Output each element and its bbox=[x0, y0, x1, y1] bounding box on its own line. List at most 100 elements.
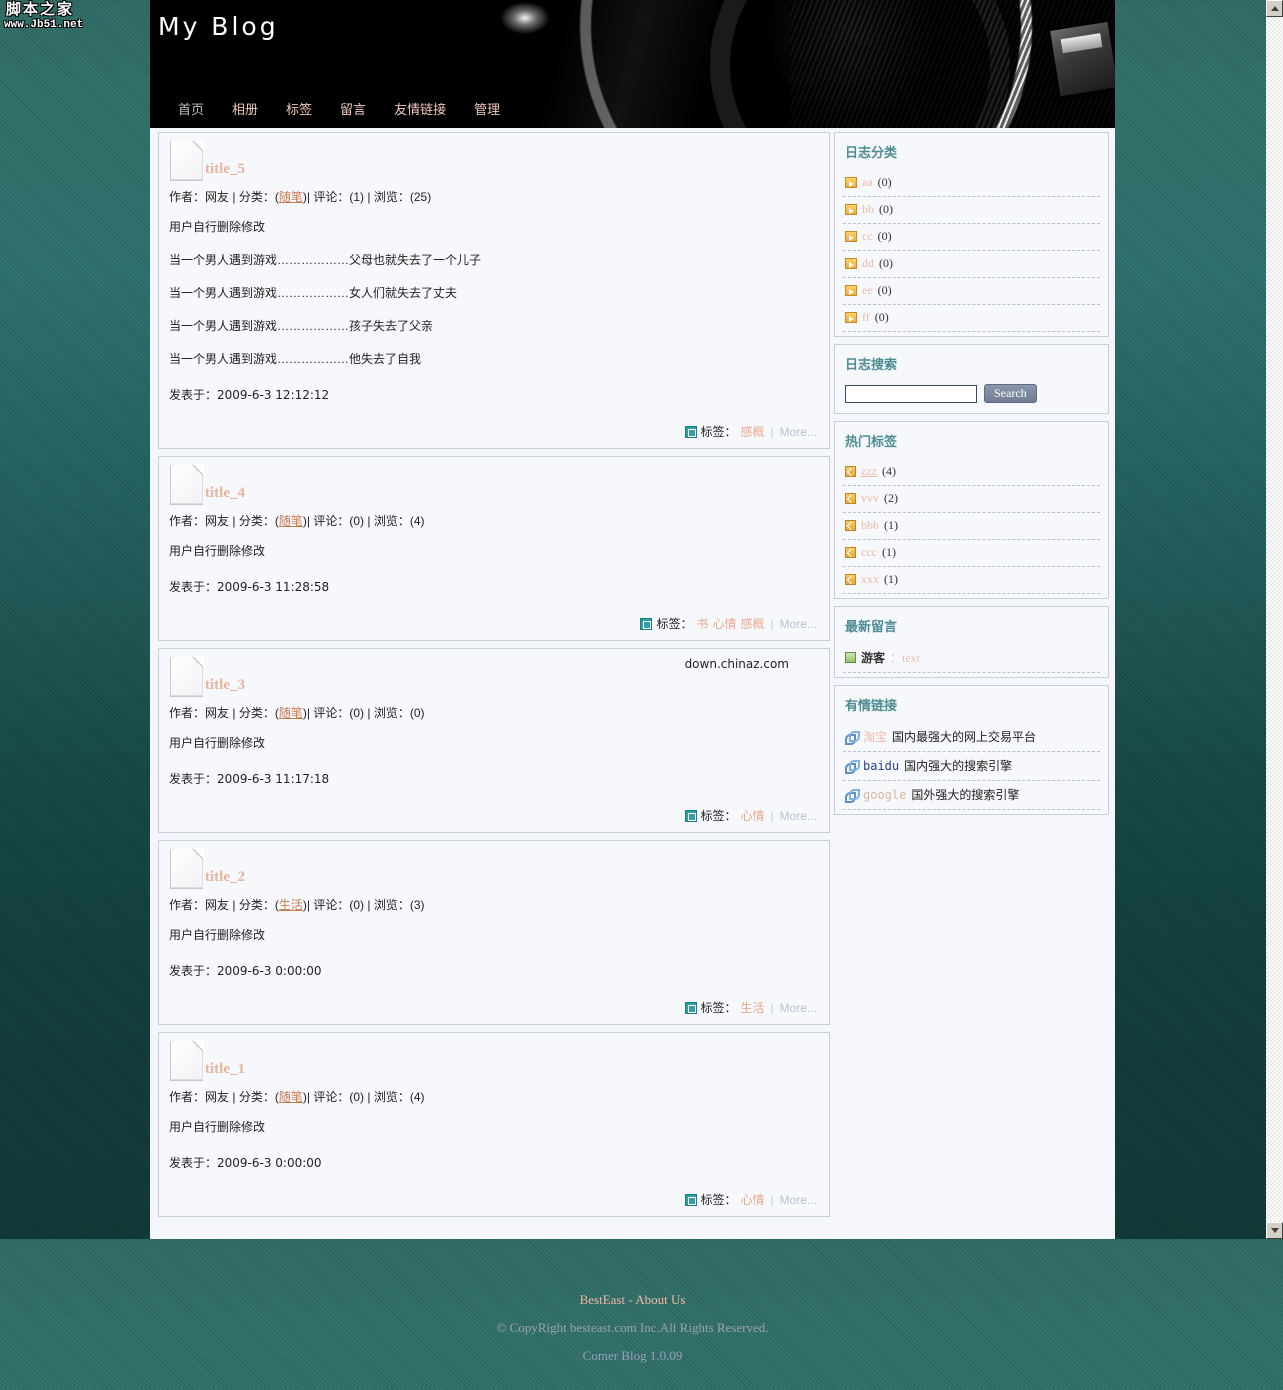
meta-author-value: 网友 bbox=[205, 514, 230, 528]
meta-views-label: 浏览： bbox=[373, 898, 410, 912]
list-item[interactable]: cc (0) bbox=[843, 224, 1100, 251]
search-input[interactable] bbox=[845, 384, 977, 403]
meta-author-value: 网友 bbox=[205, 190, 230, 204]
category-link[interactable]: cc bbox=[862, 229, 873, 244]
tag-square-icon bbox=[845, 520, 856, 531]
tag-square-icon bbox=[845, 547, 856, 558]
post-body: 用户自行删除修改 bbox=[167, 917, 821, 954]
footer-about-link[interactable]: BestEast - About Us bbox=[580, 1292, 686, 1307]
list-item[interactable]: zzz (4) bbox=[843, 459, 1100, 486]
meta-category-link[interactable]: 随笔 bbox=[279, 1090, 303, 1104]
category-link[interactable]: bb bbox=[862, 202, 874, 217]
list-item[interactable]: baidu 国内强大的搜索引擎 bbox=[843, 752, 1100, 781]
list-item[interactable]: aa (0) bbox=[843, 170, 1100, 197]
post-tag-link[interactable]: 心情 bbox=[741, 1191, 765, 1208]
footer-about: BestEast - About Us bbox=[150, 1286, 1115, 1314]
panel-title-hot-tags: 热门标签 bbox=[845, 435, 898, 450]
post-line: 用户自行删除修改 bbox=[169, 544, 266, 558]
folder-icon bbox=[845, 204, 857, 215]
panel-latest-comments: 最新留言 游客 ：text bbox=[834, 606, 1109, 678]
list-item[interactable]: bb (0) bbox=[843, 197, 1100, 224]
nav-home[interactable]: 首页 bbox=[164, 102, 218, 120]
post-more-link[interactable]: More... bbox=[780, 425, 817, 439]
post-tag-link[interactable]: 感概 bbox=[741, 615, 765, 632]
tags-label: 标签： bbox=[700, 809, 737, 823]
post-tag-link[interactable]: 心情 bbox=[741, 807, 765, 824]
meta-views-label: 浏览： bbox=[373, 514, 410, 528]
panel-title-latest-comments: 最新留言 bbox=[845, 620, 898, 635]
search-button[interactable]: Search bbox=[984, 384, 1037, 403]
watermark-line1: 脚本之家 bbox=[6, 2, 75, 19]
post-tag-link[interactable]: 书 bbox=[696, 615, 708, 632]
nav-links[interactable]: 友情链接 bbox=[380, 102, 460, 120]
list-item[interactable]: ccc (1) bbox=[843, 540, 1100, 567]
meta-sep3: | bbox=[367, 898, 371, 912]
post-title-link[interactable]: title_3 bbox=[205, 677, 245, 694]
post-footer: 标签： 生活 | More... bbox=[167, 983, 821, 1020]
post-body: 用户自行删除修改 bbox=[167, 533, 821, 570]
post-title-link[interactable]: title_2 bbox=[205, 869, 245, 886]
tag-icon bbox=[684, 425, 697, 438]
list-item[interactable]: ee (0) bbox=[843, 278, 1100, 305]
list-item[interactable]: 游客 ：text bbox=[843, 644, 1100, 673]
meta-author-label: 作者： bbox=[169, 898, 206, 912]
hot-tag-link[interactable]: vvv bbox=[861, 491, 879, 506]
list-item[interactable]: google 国外强大的搜索引擎 bbox=[843, 781, 1100, 810]
hot-tag-link[interactable]: ccc bbox=[861, 545, 877, 560]
meta-category-link[interactable]: 随笔 bbox=[279, 514, 303, 528]
post-more-link[interactable]: More... bbox=[780, 1001, 817, 1015]
nav-album[interactable]: 相册 bbox=[218, 102, 272, 120]
meta-category-link[interactable]: 随笔 bbox=[279, 706, 303, 720]
list-item[interactable]: ff (0) bbox=[843, 305, 1100, 332]
meta-category-link[interactable]: 生活 bbox=[279, 898, 303, 912]
friend-link-name[interactable]: google bbox=[863, 788, 906, 802]
post-title-link[interactable]: title_1 bbox=[205, 1061, 245, 1078]
footer-sep: | bbox=[770, 424, 774, 439]
posted-value: 2009-6-3 11:28:58 bbox=[217, 580, 330, 594]
post-tag-link[interactable]: 生活 bbox=[741, 999, 765, 1016]
friend-link-name[interactable]: baidu bbox=[863, 759, 899, 773]
post-item: title_5 作者：网友 | 分类：(随笔)| 评论：(1) | 浏览：(25… bbox=[158, 132, 830, 449]
list-item[interactable]: vvv (2) bbox=[843, 486, 1100, 513]
friend-link-name[interactable]: 淘宝 bbox=[863, 728, 887, 745]
panel-title-friend-links: 有情链接 bbox=[845, 699, 898, 714]
post-more-link[interactable]: More... bbox=[780, 809, 817, 823]
meta-category-link[interactable]: 随笔 bbox=[279, 190, 303, 204]
post-more-link[interactable]: More... bbox=[780, 1193, 817, 1207]
post-title-link[interactable]: title_4 bbox=[205, 485, 245, 502]
post-title-link[interactable]: title_5 bbox=[205, 161, 245, 178]
list-item[interactable]: xxx (1) bbox=[843, 567, 1100, 594]
category-link[interactable]: aa bbox=[862, 175, 873, 190]
hot-tag-link[interactable]: bbb bbox=[861, 518, 879, 533]
category-link[interactable]: ee bbox=[862, 283, 873, 298]
meta-comments-value: (0) bbox=[349, 706, 365, 720]
list-item[interactable]: 淘宝 国内最强大的网上交易平台 bbox=[843, 723, 1100, 752]
post-tag-link[interactable]: 心情 bbox=[713, 615, 737, 632]
post-tag-link[interactable]: 感概 bbox=[741, 423, 765, 440]
hot-tag-link[interactable]: zzz bbox=[861, 464, 877, 479]
tags-label: 标签： bbox=[700, 1001, 737, 1015]
tags-label: 标签： bbox=[700, 1193, 737, 1207]
category-link[interactable]: dd bbox=[862, 256, 874, 271]
browser-scrollbar[interactable] bbox=[1266, 0, 1283, 1239]
hot-tag-link[interactable]: xxx bbox=[861, 572, 879, 587]
nav-guestbook[interactable]: 留言 bbox=[326, 102, 380, 120]
scroll-down-button[interactable] bbox=[1266, 1222, 1283, 1239]
list-item[interactable]: bbb (1) bbox=[843, 513, 1100, 540]
post-item: down.chinaz.com title_3 作者：网友 | 分类：(随笔)|… bbox=[158, 648, 830, 833]
meta-views-label: 浏览： bbox=[373, 1090, 410, 1104]
footer-copyright: © CopyRight besteast.com Inc.All Rights … bbox=[496, 1320, 769, 1335]
post-more-link[interactable]: More... bbox=[780, 617, 817, 631]
category-link[interactable]: ff bbox=[862, 310, 870, 325]
scroll-up-button[interactable] bbox=[1266, 0, 1283, 17]
meta-sep: | bbox=[232, 706, 236, 720]
meta-views-value: (0) bbox=[409, 706, 425, 720]
post-meta: 作者：网友 | 分类：(生活)| 评论：(0) | 浏览：(3) bbox=[169, 898, 425, 912]
list-item[interactable]: dd (0) bbox=[843, 251, 1100, 278]
friend-link-desc: 国内强大的搜索引擎 bbox=[904, 759, 1013, 773]
meta-category-label: 分类： bbox=[238, 1090, 275, 1104]
nav-admin[interactable]: 管理 bbox=[460, 102, 514, 120]
tag-square-icon bbox=[845, 493, 856, 504]
comment-user: 游客 bbox=[861, 651, 886, 665]
nav-tags[interactable]: 标签 bbox=[272, 102, 326, 120]
